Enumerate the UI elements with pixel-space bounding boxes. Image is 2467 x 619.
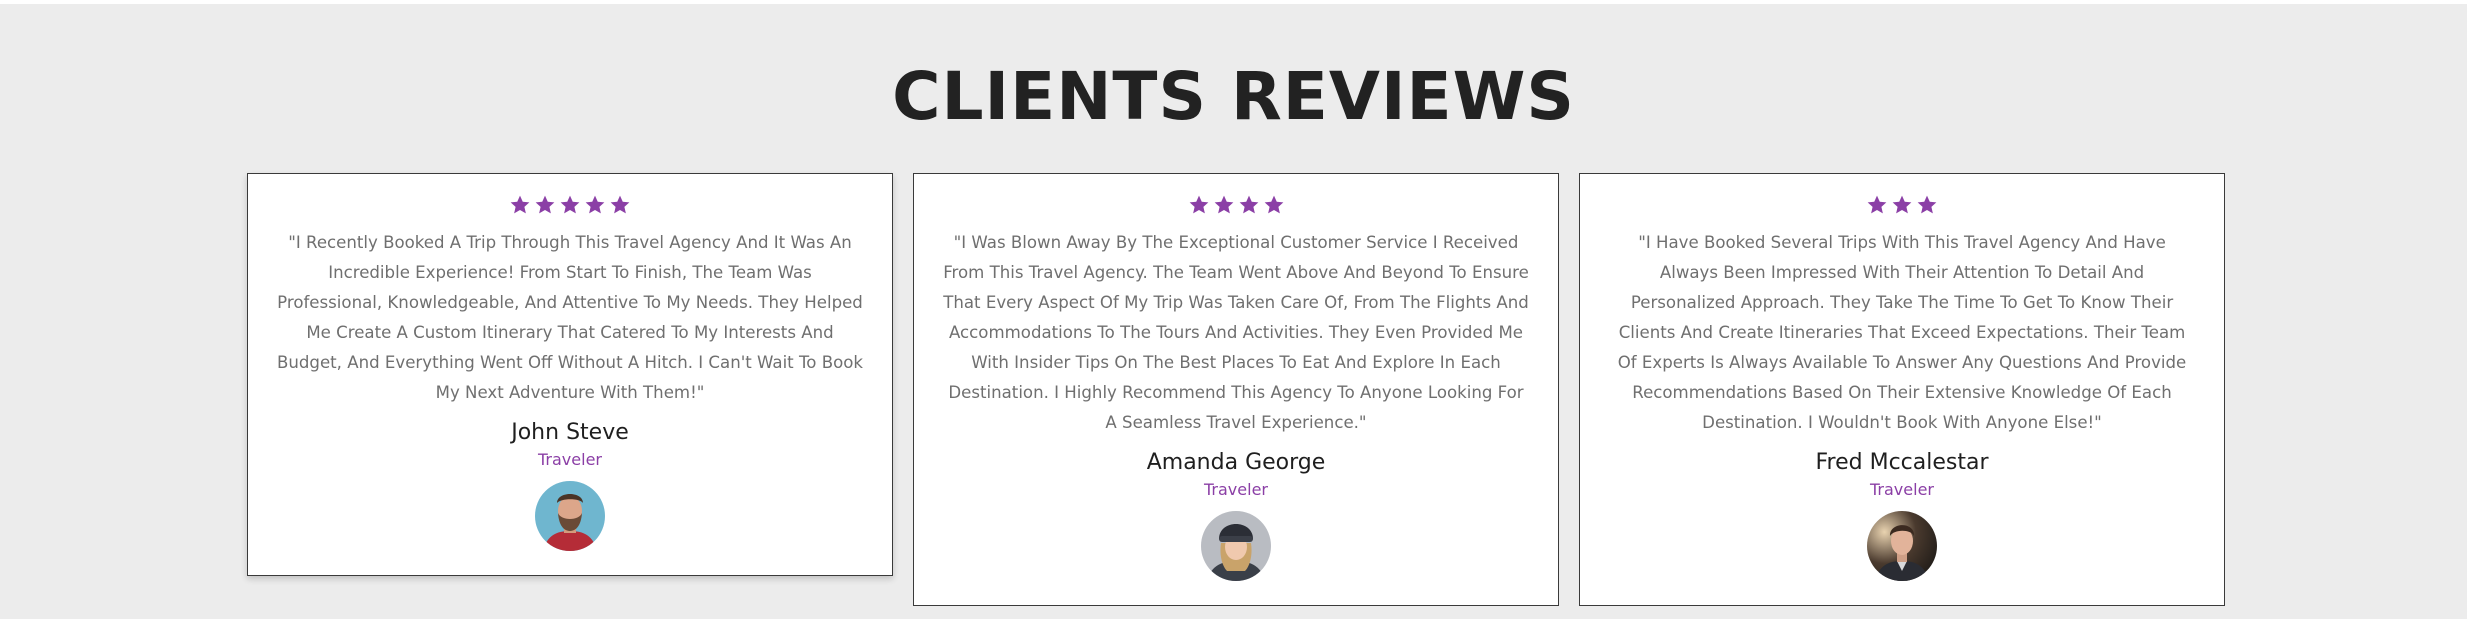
star-icon bbox=[535, 195, 555, 214]
star-icon bbox=[1189, 195, 1208, 214]
top-strip bbox=[0, 0, 2467, 4]
star-icon bbox=[510, 195, 530, 214]
star-icon bbox=[585, 195, 605, 214]
review-card: "I Was Blown Away By The Exceptional Cus… bbox=[913, 173, 1559, 606]
star-icon bbox=[1264, 195, 1283, 214]
reviewer-role: Traveler bbox=[1204, 480, 1268, 499]
review-quote: "I Recently Booked A Trip Through This T… bbox=[277, 233, 863, 402]
star-icon bbox=[1917, 195, 1937, 214]
review-quote: "I Have Booked Several Trips With This T… bbox=[1617, 233, 2187, 432]
star-rating bbox=[1188, 192, 1285, 218]
man-portrait-avatar bbox=[1867, 511, 1937, 581]
review-quote: "I Was Blown Away By The Exceptional Cus… bbox=[943, 233, 1529, 432]
reviewer-name: Fred Mccalestar bbox=[1815, 450, 1989, 475]
section-title: CLIENTS REVIEWS bbox=[892, 58, 1575, 135]
star-icon bbox=[1892, 195, 1912, 214]
star-icon bbox=[610, 195, 630, 214]
star-icon bbox=[1867, 195, 1887, 214]
reviewer-role: Traveler bbox=[1870, 480, 1934, 499]
star-rating bbox=[1866, 192, 1938, 218]
reviewer-name: John Steve bbox=[511, 420, 629, 445]
star-icon bbox=[560, 195, 580, 214]
review-card: "I Recently Booked A Trip Through This T… bbox=[247, 173, 893, 576]
review-card: "I Have Booked Several Trips With This T… bbox=[1579, 173, 2225, 606]
reviewer-name: Amanda George bbox=[1146, 450, 1326, 475]
bearded-man-avatar bbox=[535, 481, 605, 551]
star-icon bbox=[1239, 195, 1258, 214]
star-icon bbox=[1214, 195, 1233, 214]
reviewer-role: Traveler bbox=[538, 450, 602, 469]
star-rating bbox=[509, 192, 631, 218]
woman-beanie-avatar bbox=[1201, 511, 1271, 581]
